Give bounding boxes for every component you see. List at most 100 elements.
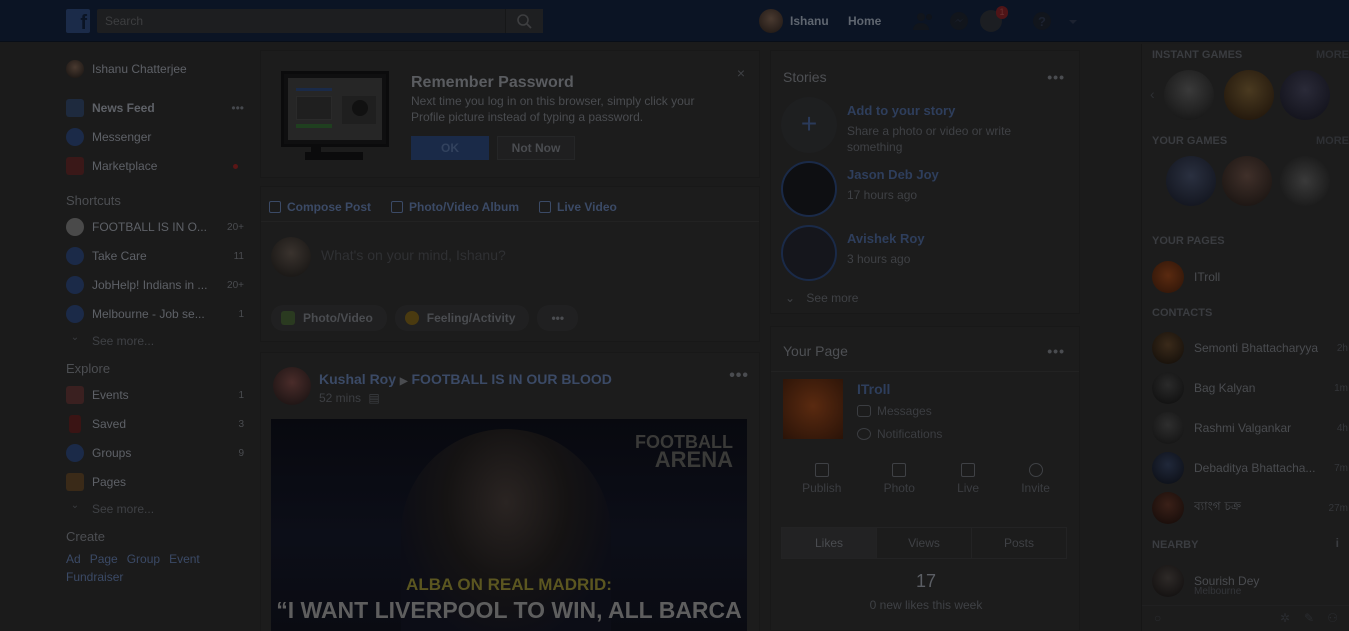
search-icon [517,14,532,29]
game-thumbnail[interactable] [1166,156,1216,206]
group-chat-icon[interactable]: ⚇ [1327,611,1338,625]
help-icon[interactable]: ? [1031,10,1053,32]
page-notifications-link[interactable]: Notifications [857,427,942,441]
photo-video-button[interactable]: Photo/Video [271,305,387,331]
sidebar-item-shortcut[interactable]: FOOTBALL IS IN O... 20+ [66,216,244,238]
post-group-link[interactable]: FOOTBALL IS IN OUR BLOOD [412,371,612,387]
post-author-link[interactable]: Kushal Roy [319,371,396,387]
story-item[interactable]: Jason Deb Joy 17 hours ago [781,161,1071,217]
tab-views[interactable]: Views [877,528,972,558]
publish-button[interactable]: Publish [802,463,841,495]
tab-live-video[interactable]: Live Video [539,197,617,217]
account-menu-chevron-down-icon[interactable] [1066,10,1080,32]
page-link-label: Messages [877,404,932,418]
info-icon[interactable]: i [1336,536,1339,550]
page-messages-link[interactable]: Messages [857,404,932,418]
gear-icon[interactable]: ✲ [1280,611,1290,625]
composer-tabs: Compose Post Photo/Video Album Live Vide… [269,197,637,217]
messenger-icon[interactable] [948,10,970,32]
contact-item[interactable]: Semonti Bhattacharyya 2h [1152,331,1348,365]
ok-button[interactable]: OK [411,136,489,160]
facebook-logo-icon[interactable]: f [66,9,90,34]
page-link-label: Notifications [877,427,943,441]
sidebar-item-messenger[interactable]: Messenger [66,126,244,148]
sidebar-item-saved[interactable]: Saved 3 [66,413,244,435]
not-now-button[interactable]: Not Now [497,136,575,160]
page-avatar [1152,261,1184,293]
contact-item[interactable]: ব্যাংগ চক্র 27m [1152,491,1348,525]
search-button[interactable] [505,9,543,33]
page-name-link[interactable]: ITroll [857,381,890,397]
your-page-more-button[interactable]: ••• [1047,343,1065,359]
post-time[interactable]: 52 mins [319,391,361,405]
contact-item[interactable]: Debaditya Bhattacha... 7m [1152,451,1348,485]
sidebar-item-news-feed[interactable]: News Feed ••• [66,97,244,119]
game-thumbnail[interactable] [1164,70,1214,120]
nearby-contact-item[interactable]: Sourish Dey Melbourne [1152,564,1348,598]
stories-see-more-link[interactable]: ⌄ See more [785,291,858,305]
profile-avatar[interactable] [759,9,783,33]
composer-input[interactable]: What's on your mind, Ishanu? [321,247,506,263]
tab-compose-post[interactable]: Compose Post [269,197,371,217]
create-ad-link[interactable]: Ad [66,552,81,566]
sidebar-item-shortcut[interactable]: Take Care 11 [66,245,244,267]
story-author-name: Jason Deb Joy [847,167,939,182]
tab-photo-video-album[interactable]: Photo/Video Album [391,197,519,217]
friend-requests-icon[interactable] [912,10,934,32]
sidebar-item-marketplace[interactable]: Marketplace [66,155,244,177]
see-more-shortcuts-link[interactable]: ⌄ See more... [66,330,244,352]
your-games-more-link[interactable]: MORE [1316,135,1349,147]
story-time: 17 hours ago [847,188,918,202]
sidebar-item-shortcut[interactable]: Melbourne - Job se... 1 [66,303,244,325]
post-author-avatar[interactable] [273,367,311,405]
profile-name-link[interactable]: Ishanu [790,14,829,28]
photo-icon [281,311,295,325]
create-fundraiser-link[interactable]: Fundraiser [66,570,123,584]
search-input[interactable] [97,9,543,33]
live-button[interactable]: Live [957,463,979,495]
page-thumbnail[interactable] [783,379,843,439]
contact-item[interactable]: Rashmi Valgankar 4h [1152,411,1348,445]
chevron-left-icon[interactable]: ‹ [1150,86,1155,102]
game-thumbnail[interactable] [1222,156,1272,206]
close-icon[interactable]: × [737,65,745,81]
image-caption-line-1: ALBA ON REAL MADRID: [406,575,612,594]
composer-pills: Photo/Video Feeling/Activity ••• [271,305,586,331]
stories-more-button[interactable]: ••• [1047,69,1065,85]
sidebar-item-label: JobHelp! Indians in ... [92,278,208,292]
see-more-explore-link[interactable]: ⌄ See more... [66,498,244,520]
game-thumbnail[interactable] [1280,70,1330,120]
post-more-button[interactable]: ••• [729,367,749,385]
invite-button[interactable]: Invite [1021,463,1050,495]
post-image[interactable]: FOOTBALL ARENA ALBA ON REAL MADRID: “I W… [271,419,747,631]
game-thumbnail[interactable] [1224,70,1274,120]
tab-posts[interactable]: Posts [972,528,1066,558]
create-group-link[interactable]: Group [127,552,160,566]
sidebar-item-events[interactable]: Events 1 [66,384,244,406]
compose-icon[interactable]: ✎ [1304,611,1314,625]
sidebar-item-profile[interactable]: Ishanu Chatterjee [66,58,244,80]
chat-search-bar[interactable]: ○ ✲ ✎ ⚇ [1142,605,1349,631]
sidebar-item-groups[interactable]: Groups 9 [66,442,244,464]
tab-likes[interactable]: Likes [782,528,877,558]
explore-heading: Explore [66,361,111,376]
sidebar-item-shortcut[interactable]: JobHelp! Indians in ... 20+ [66,274,244,296]
news-feed-more-button[interactable]: ••• [231,101,244,115]
photo-button[interactable]: Photo [884,463,915,495]
contact-item[interactable]: Bag Kalyan 1m [1152,371,1348,405]
tab-label: Compose Post [287,200,372,214]
sidebar-item-pages[interactable]: Pages [66,471,244,493]
page-item[interactable]: ITroll [1152,260,1348,294]
create-event-link[interactable]: Event [169,552,200,566]
feeling-activity-button[interactable]: Feeling/Activity [394,305,530,331]
svg-text:?: ? [1038,14,1046,29]
create-page-link[interactable]: Page [90,552,118,566]
more-options-button[interactable]: ••• [537,305,579,331]
8-ball-pool-icon[interactable] [1280,156,1330,206]
instant-games-more-link[interactable]: MORE [1316,49,1349,61]
add-story-row[interactable]: + Add to your story Share a photo or vid… [781,97,1071,154]
logo-line-2: ARENA [654,447,733,472]
home-link[interactable]: Home [848,14,881,28]
story-item[interactable]: Avishek Roy 3 hours ago [781,225,1071,281]
search-icon: ○ [1154,611,1162,625]
